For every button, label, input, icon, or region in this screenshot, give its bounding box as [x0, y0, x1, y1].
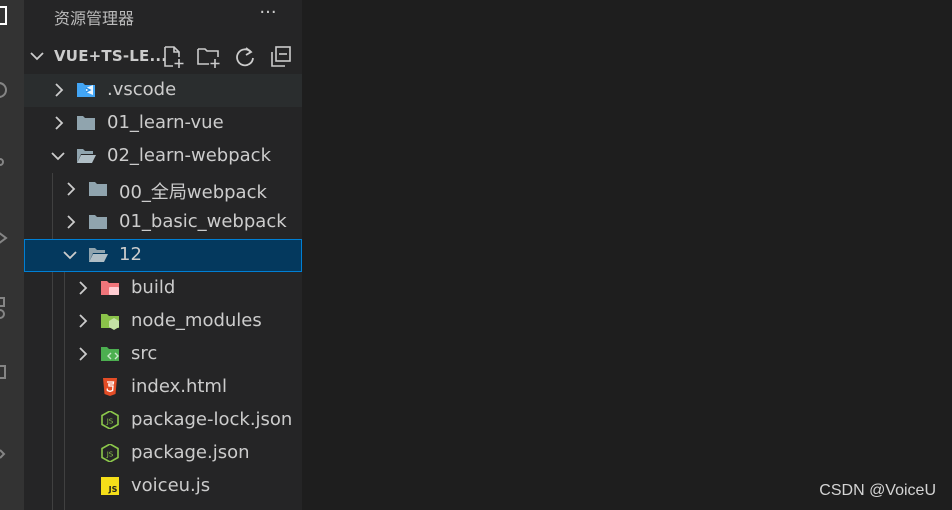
chevron-right-icon[interactable]	[75, 346, 91, 362]
nodejs-icon: JS	[101, 411, 119, 429]
nodejs-icon: JS	[101, 444, 119, 462]
tree-item-label: 01_basic_webpack	[119, 211, 287, 232]
chevron-right-icon[interactable]	[51, 115, 67, 131]
run-debug-activity-icon[interactable]	[0, 226, 12, 250]
tree-item-label: node_modules	[131, 310, 262, 331]
new-folder-icon[interactable]	[196, 44, 222, 70]
tree-item-label: src	[131, 343, 158, 364]
vscode-folder-icon	[77, 83, 95, 97]
explorer-header: 资源管理器 ···	[24, 0, 302, 32]
tree-item-index-html[interactable]: index.html	[24, 371, 302, 404]
tree-item-voiceu-js[interactable]: JS voiceu.js	[24, 470, 302, 503]
workspace-section-header[interactable]: VUE+TS-LE...	[24, 41, 302, 73]
node-folder-icon	[101, 314, 119, 330]
tree-item-label: package.json	[131, 442, 250, 463]
chevron-right-icon[interactable]	[63, 181, 79, 197]
tree-item-package-lock-json[interactable]: JS package-lock.json	[24, 404, 302, 437]
build-folder-icon	[101, 281, 119, 295]
tree-item-label: package-lock.json	[131, 409, 293, 430]
watermark: CSDN @VoiceU	[819, 482, 936, 499]
extensions-activity-icon[interactable]	[0, 296, 12, 320]
tree-item-label: 00_全局webpack	[119, 182, 267, 203]
tree-item-label: voiceu.js	[131, 475, 211, 496]
tree-item-learn-webpack[interactable]: 02_learn-webpack	[24, 140, 302, 173]
tree-item-vscode[interactable]: .vscode	[24, 74, 302, 107]
tree-item-label: .vscode	[107, 79, 177, 100]
explorer-activity-icon[interactable]	[0, 4, 12, 28]
folder-icon	[77, 116, 95, 130]
chevron-right-icon[interactable]	[63, 214, 79, 230]
explorer-sidebar: 资源管理器 ··· VUE+TS-LE... .vscode 01_learn-…	[24, 0, 302, 510]
more-actions-icon[interactable]: ···	[256, 2, 280, 26]
collapse-all-icon[interactable]	[268, 44, 294, 70]
folder-open-icon	[89, 248, 108, 262]
remote-activity-icon[interactable]	[0, 360, 12, 384]
tree-item-learn-vue[interactable]: 01_learn-vue	[24, 107, 302, 140]
tree-item-label: build	[131, 277, 176, 298]
svg-text:JS: JS	[108, 485, 118, 494]
activity-bar	[0, 0, 24, 510]
refresh-icon[interactable]	[232, 44, 258, 70]
tree-item-12[interactable]: 12	[24, 239, 302, 272]
tree-item-node-modules[interactable]: node_modules	[24, 305, 302, 338]
tree-item-build[interactable]: build	[24, 272, 302, 305]
source-control-activity-icon[interactable]	[0, 150, 12, 174]
tree-item-package-json[interactable]: JS package.json	[24, 437, 302, 470]
javascript-icon: JS	[101, 477, 119, 495]
tree-item-global-webpack[interactable]: 00_全局webpack	[24, 173, 302, 206]
new-file-icon[interactable]	[160, 44, 186, 70]
search-activity-icon[interactable]	[0, 78, 12, 102]
chevron-down-icon[interactable]	[50, 148, 66, 164]
svg-text:JS: JS	[106, 451, 114, 459]
workspace-title: VUE+TS-LE...	[54, 47, 168, 65]
chevron-down-icon[interactable]	[62, 247, 78, 263]
chevron-activity-icon[interactable]	[0, 440, 12, 464]
tree-item-label: index.html	[131, 376, 227, 397]
tree-item-basic-webpack[interactable]: 01_basic_webpack	[24, 206, 302, 239]
chevron-right-icon[interactable]	[75, 280, 91, 296]
src-folder-icon	[101, 347, 119, 361]
chevron-down-icon[interactable]	[28, 49, 46, 65]
folder-icon	[89, 182, 107, 196]
svg-text:JS: JS	[106, 418, 114, 426]
chevron-right-icon[interactable]	[75, 313, 91, 329]
folder-icon	[89, 215, 107, 229]
explorer-title: 资源管理器	[54, 9, 135, 28]
tree-item-label: 02_learn-webpack	[107, 145, 271, 166]
folder-open-icon	[77, 149, 96, 163]
tree-item-label: 01_learn-vue	[107, 112, 224, 133]
editor-area	[302, 0, 952, 510]
tree-item-src[interactable]: src	[24, 338, 302, 371]
tree-item-label: 12	[119, 244, 142, 265]
html5-icon	[103, 378, 117, 396]
chevron-right-icon[interactable]	[51, 82, 67, 98]
